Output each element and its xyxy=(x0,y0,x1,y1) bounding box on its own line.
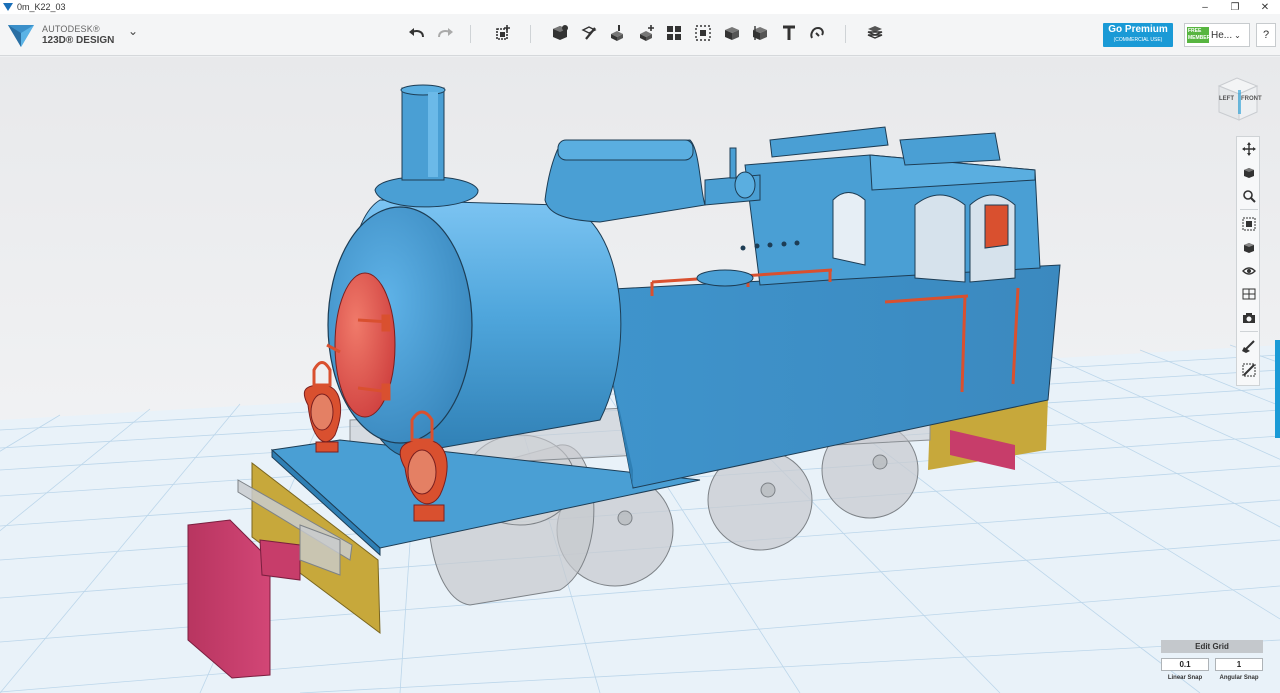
maximize-icon[interactable]: ❐ xyxy=(1220,0,1250,14)
side-panel-tab[interactable] xyxy=(1275,340,1280,438)
material-view-icon[interactable] xyxy=(1239,284,1259,304)
app-window: 0m_K22_03 – ❐ ✕ AUTODESK® 123D® DESIGN ⌄ xyxy=(0,0,1280,693)
logo-brand: AUTODESK® xyxy=(42,24,100,34)
logo-icon xyxy=(8,25,34,47)
app-icon xyxy=(3,3,13,11)
transform-icon[interactable] xyxy=(491,21,515,45)
premium-label: Go Premium xyxy=(1108,24,1168,35)
viewcube-left-label[interactable]: LEFT xyxy=(1219,96,1234,102)
measure-icon[interactable] xyxy=(748,21,772,45)
undo-icon[interactable] xyxy=(405,21,429,45)
3d-viewport[interactable]: LEFT FRONT Edit Grid 0.1 1 Linear Snap A… xyxy=(0,57,1280,693)
viewcube[interactable]: LEFT FRONT xyxy=(1211,72,1265,126)
close-icon[interactable]: ✕ xyxy=(1250,0,1280,14)
navigation-bar xyxy=(1236,136,1260,386)
pan-icon[interactable] xyxy=(1239,139,1259,159)
edit-grid-button[interactable]: Edit Grid xyxy=(1161,640,1263,653)
edit-grid-panel: Edit Grid 0.1 1 Linear Snap Angular Snap xyxy=(1160,640,1264,688)
help-button[interactable]: ? xyxy=(1256,23,1276,47)
sketch-icon[interactable] xyxy=(577,21,601,45)
go-premium-button[interactable]: Go Premium (COMMERCIAL USE) xyxy=(1103,23,1173,47)
pattern-icon[interactable] xyxy=(662,21,686,45)
modify-icon[interactable] xyxy=(634,21,658,45)
text-icon[interactable] xyxy=(777,21,801,45)
combine-icon[interactable] xyxy=(720,21,744,45)
fit-icon[interactable] xyxy=(1239,214,1259,234)
redo-icon[interactable] xyxy=(433,21,457,45)
logo-product: 123D® DESIGN xyxy=(42,35,115,46)
minimize-icon[interactable]: – xyxy=(1190,0,1220,14)
title-bar: 0m_K22_03 – ❐ ✕ xyxy=(0,0,1280,14)
paint-alt-icon[interactable] xyxy=(1239,360,1259,380)
premium-sub-label: (COMMERCIAL USE) xyxy=(1113,37,1163,43)
chevron-down-icon: ⌄ xyxy=(1234,30,1241,40)
linear-snap-label: Linear Snap xyxy=(1167,675,1203,681)
chevron-down-icon[interactable]: ⌄ xyxy=(128,24,138,38)
free-member-badge: FREE MEMBER xyxy=(1187,27,1211,43)
orbit-icon[interactable] xyxy=(1239,163,1259,183)
viewcube-front-label[interactable]: FRONT xyxy=(1241,96,1262,102)
material-icon[interactable] xyxy=(863,21,887,45)
window-title: 0m_K22_03 xyxy=(17,2,66,12)
account-menu[interactable]: FREE MEMBER He... ⌄ xyxy=(1184,23,1250,47)
member-name: He... xyxy=(1211,29,1233,41)
tank-filler[interactable] xyxy=(696,269,754,287)
primitives-icon[interactable] xyxy=(548,21,572,45)
view-mode-icon[interactable] xyxy=(1239,238,1259,258)
zoom-icon[interactable] xyxy=(1239,186,1259,206)
boiler[interactable] xyxy=(327,199,622,456)
angular-snap-field[interactable]: 1 xyxy=(1215,658,1263,671)
main-toolbar: AUTODESK® 123D® DESIGN ⌄ Go Premium (COM… xyxy=(0,14,1280,56)
paint-icon[interactable] xyxy=(1239,336,1259,356)
group-icon[interactable] xyxy=(691,21,715,45)
construct-icon[interactable] xyxy=(605,21,629,45)
camera-icon[interactable] xyxy=(1239,308,1259,328)
snap-icon[interactable] xyxy=(805,21,829,45)
visibility-icon[interactable] xyxy=(1239,261,1259,281)
linear-snap-field[interactable]: 0.1 xyxy=(1161,658,1209,671)
app-logo-menu[interactable]: AUTODESK® 123D® DESIGN xyxy=(6,20,114,50)
scene-canvas[interactable] xyxy=(0,57,1280,693)
angular-snap-label: Angular Snap xyxy=(1219,675,1259,681)
